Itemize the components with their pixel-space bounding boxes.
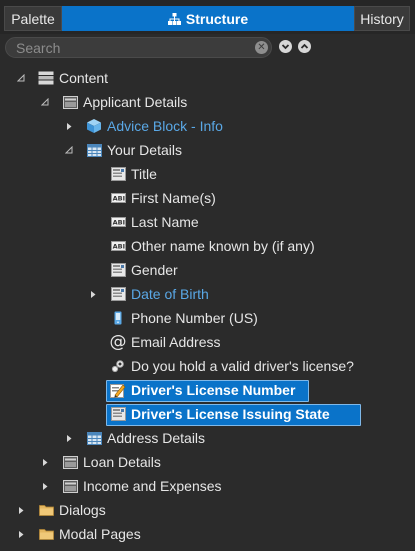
collapsed-twisty-icon[interactable] xyxy=(64,121,74,131)
tree-node-label: Phone Number (US) xyxy=(131,310,258,326)
tree-node-label: Address Details xyxy=(107,430,206,446)
tree-node-title[interactable]: Title xyxy=(0,163,415,185)
tree-node-content[interactable]: Content xyxy=(0,67,415,89)
tree-node-label: Income and Expenses xyxy=(83,478,222,494)
textfield-icon: ABI xyxy=(110,190,126,206)
tree-node-other-name-known-by-if-any[interactable]: ABI Other name known by (if any) xyxy=(0,235,415,257)
tree-node-advice-block-info[interactable]: Advice Block - Info xyxy=(0,115,415,137)
tree-node-label: Gender xyxy=(131,262,178,278)
section-icon xyxy=(62,94,78,110)
tree-node-label: Dialogs xyxy=(59,502,106,518)
folder-icon xyxy=(38,502,54,518)
collapsed-twisty-icon[interactable] xyxy=(16,529,26,539)
clear-search-icon[interactable]: ✕ xyxy=(255,41,268,54)
tree-node-email-address[interactable]: @ Email Address xyxy=(0,331,415,353)
structure-icon xyxy=(167,12,181,25)
collapsed-twisty-icon[interactable] xyxy=(40,481,50,491)
chevron-up-icon xyxy=(300,43,309,49)
tab-history[interactable]: History xyxy=(354,6,410,31)
search-input[interactable] xyxy=(16,39,246,57)
folder-icon xyxy=(38,526,54,542)
expanded-twisty-icon[interactable] xyxy=(64,145,74,155)
chevron-down-icon xyxy=(281,44,290,50)
block-icon xyxy=(86,118,102,134)
dropdown-icon xyxy=(110,286,126,302)
tree-node-first-name-s[interactable]: ABI First Name(s) xyxy=(0,187,415,209)
tree-node-modal-pages[interactable]: Modal Pages xyxy=(0,523,415,545)
tree-node-driver-s-license-issuing-state[interactable]: Driver's License Issuing State xyxy=(0,403,415,426)
collapsed-twisty-icon[interactable] xyxy=(88,289,98,299)
search-row: ✕ xyxy=(0,36,415,60)
table-icon xyxy=(86,142,102,158)
tree-node-dialogs[interactable]: Dialogs xyxy=(0,499,415,521)
collapsed-twisty-icon[interactable] xyxy=(64,433,74,443)
expanded-twisty-icon[interactable] xyxy=(40,97,50,107)
tree-node-label: Your Details xyxy=(107,142,182,158)
tree-node-label: Date of Birth xyxy=(131,286,209,302)
table-icon xyxy=(86,430,102,446)
edit-field-icon xyxy=(110,382,126,398)
tree-node-label: First Name(s) xyxy=(131,190,216,206)
tree-node-loan-details[interactable]: Loan Details xyxy=(0,451,415,473)
textfield-icon: ABI xyxy=(110,238,126,254)
tab-palette[interactable]: Palette xyxy=(4,6,62,31)
dropdown-icon xyxy=(110,166,126,182)
tree-node-label: Title xyxy=(131,166,157,182)
tree-node-date-of-birth[interactable]: Date of Birth xyxy=(0,283,415,305)
tree-node-label: Last Name xyxy=(131,214,199,230)
tree-node-label: Modal Pages xyxy=(59,526,141,542)
search-box: ✕ xyxy=(5,37,272,58)
tree-node-driver-s-license-number[interactable]: Driver's License Number xyxy=(0,379,415,402)
tab-structure[interactable]: Structure xyxy=(62,6,354,31)
tree-node-label: Advice Block - Info xyxy=(107,118,223,134)
tab-structure-label: Structure xyxy=(185,10,249,27)
section-icon xyxy=(62,478,78,494)
textfield-icon: ABI xyxy=(110,214,126,230)
tree-node-label: Driver's License Issuing State xyxy=(131,406,330,422)
tree-node-income-and-expenses[interactable]: Income and Expenses xyxy=(0,475,415,497)
svg-text:ABI: ABI xyxy=(112,219,124,227)
svg-text:ABI: ABI xyxy=(112,243,124,251)
form-icon xyxy=(38,70,54,86)
tree-node-address-details[interactable]: Address Details xyxy=(0,427,415,449)
radio-icon xyxy=(110,358,126,374)
tree-node-label: Applicant Details xyxy=(83,94,188,110)
tree-node-label: Driver's License Number xyxy=(131,382,296,398)
collapse-all-button[interactable] xyxy=(298,40,311,53)
collapsed-twisty-icon[interactable] xyxy=(40,457,50,467)
expanded-twisty-icon[interactable] xyxy=(16,73,26,83)
section-icon xyxy=(62,454,78,470)
tree-node-last-name[interactable]: ABI Last Name xyxy=(0,211,415,233)
dropdown-icon xyxy=(110,406,126,422)
tree-node-label: Content xyxy=(59,70,109,86)
panel-tabs: Palette Structure History xyxy=(0,0,415,34)
tree-node-label: Email Address xyxy=(131,334,221,350)
tree-node-label: Other name known by (if any) xyxy=(131,238,315,254)
phone-icon xyxy=(110,310,126,326)
at-icon: @ xyxy=(109,332,127,352)
tree-node-your-details[interactable]: Your Details xyxy=(0,139,415,161)
tree-node-label: Do you hold a valid driver's license? xyxy=(131,358,354,374)
expand-all-button[interactable] xyxy=(279,40,292,53)
tree-node-label: Loan Details xyxy=(83,454,161,470)
svg-text:ABI: ABI xyxy=(112,195,124,203)
tree-node-gender[interactable]: Gender xyxy=(0,259,415,281)
tree-node-applicant-details[interactable]: Applicant Details xyxy=(0,91,415,113)
collapsed-twisty-icon[interactable] xyxy=(16,505,26,515)
dropdown-icon xyxy=(110,262,126,278)
tree-node-do-you-hold-a-valid-driver-s-license[interactable]: Do you hold a valid driver's license? xyxy=(0,355,415,377)
tree-node-phone-number-us[interactable]: Phone Number (US) xyxy=(0,307,415,329)
